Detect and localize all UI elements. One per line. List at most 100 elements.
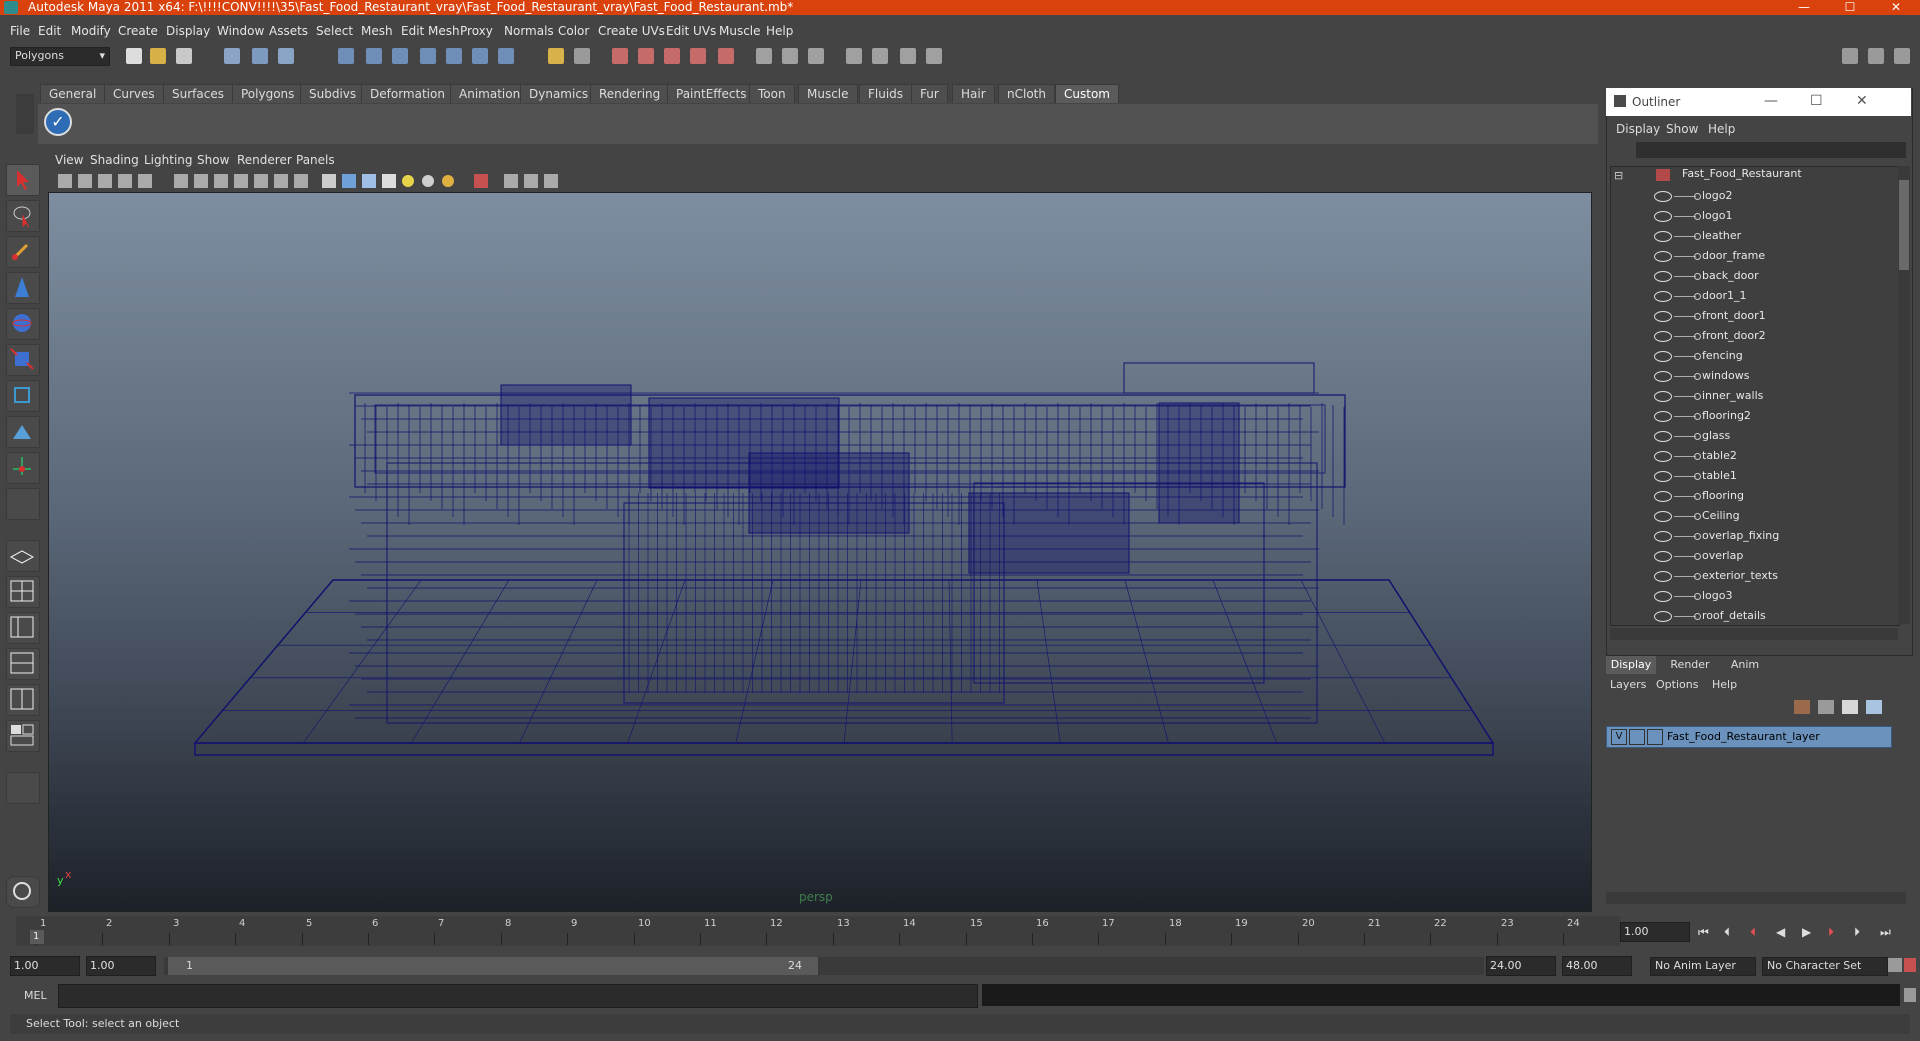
menu-help[interactable]: Help: [766, 24, 793, 38]
playback-start-field[interactable]: 1.00: [86, 956, 156, 976]
step-forward-frame-icon[interactable]: ⏵: [1854, 925, 1860, 940]
outliner-minimize-icon[interactable]: —: [1764, 93, 1778, 109]
outliner-item[interactable]: front_door2: [1650, 326, 1890, 346]
tool-settings-icon[interactable]: [846, 48, 862, 64]
ipr-render-icon[interactable]: [638, 48, 654, 64]
outliner-menu-display[interactable]: Display: [1616, 122, 1660, 136]
layer-visibility-toggle[interactable]: V: [1611, 729, 1627, 745]
layer-tab-display[interactable]: Display: [1606, 656, 1656, 674]
universal-manipulator-icon[interactable]: [6, 380, 40, 412]
wireframe-on-shaded-icon[interactable]: [362, 174, 376, 188]
shelf-tab-toon[interactable]: Toon: [749, 84, 795, 103]
lasso-tool-icon[interactable]: [6, 200, 40, 232]
hypershade-icon[interactable]: [690, 48, 706, 64]
range-slider-bar[interactable]: 1 24: [168, 957, 818, 975]
single-perspective-layout-icon[interactable]: [6, 540, 40, 572]
shelf-tab-hair[interactable]: Hair: [952, 84, 995, 103]
move-tool-icon[interactable]: [6, 272, 40, 304]
outliner-item[interactable]: logo1: [1650, 206, 1890, 226]
outliner-item[interactable]: table2: [1650, 446, 1890, 466]
perspective-viewport[interactable]: persp y x: [48, 192, 1592, 912]
close-button[interactable]: ✕: [1874, 0, 1918, 15]
select-camera-icon[interactable]: [574, 48, 590, 64]
textured-icon[interactable]: [382, 174, 396, 188]
shelf-tab-deformation[interactable]: Deformation: [361, 84, 454, 103]
menu-edit-uvs[interactable]: Edit UVs: [666, 24, 716, 38]
outliner-filter-field[interactable]: [1636, 142, 1906, 158]
minimize-button[interactable]: —: [1782, 0, 1826, 15]
safe-title-icon[interactable]: [274, 174, 288, 188]
shelf-tab-surfaces[interactable]: Surfaces: [163, 84, 233, 103]
select-object-icon[interactable]: [252, 48, 268, 64]
shelf-tab-muscle[interactable]: Muscle: [798, 84, 858, 103]
outliner-item[interactable]: fencing: [1650, 346, 1890, 366]
resolution-gate-icon[interactable]: [194, 174, 208, 188]
wireframe-shading-icon[interactable]: [322, 174, 336, 188]
outliner-item[interactable]: overlap: [1650, 546, 1890, 566]
playback-end-field[interactable]: 24.00: [1486, 956, 1556, 976]
layer-color-swatch[interactable]: [1647, 729, 1663, 745]
character-set-dropdown[interactable]: No Character Set: [1762, 957, 1888, 976]
command-input[interactable]: [58, 984, 978, 1008]
new-layer-selected-icon[interactable]: [1818, 700, 1834, 714]
script-editor-icon[interactable]: [6, 876, 40, 908]
film-gate-icon[interactable]: [174, 174, 188, 188]
outliner-item[interactable]: leather: [1650, 226, 1890, 246]
save-scene-icon[interactable]: [176, 48, 192, 64]
outliner-item[interactable]: windows: [1650, 366, 1890, 386]
outliner-item[interactable]: glass: [1650, 426, 1890, 446]
outliner-item[interactable]: flooring: [1650, 486, 1890, 506]
step-back-key-icon[interactable]: ⏴: [1750, 925, 1756, 940]
image-plane-icon[interactable]: [118, 174, 132, 188]
shelf-tab-rendering[interactable]: Rendering: [590, 84, 670, 103]
shelf-tab-ncloth[interactable]: nCloth: [998, 84, 1055, 103]
safe-action-icon[interactable]: [254, 174, 268, 188]
outliner-item[interactable]: table1: [1650, 466, 1890, 486]
layer-row[interactable]: V Fast_Food_Restaurant_layer: [1606, 726, 1892, 748]
shelf-tab-animation[interactable]: Animation: [450, 84, 530, 103]
field-chart-icon[interactable]: [234, 174, 248, 188]
menu-color[interactable]: Color: [558, 24, 589, 38]
move-layer-up-icon[interactable]: [1842, 700, 1858, 714]
outliner-persp-layout-icon[interactable]: [6, 612, 40, 644]
select-tool-icon[interactable]: [6, 164, 40, 196]
all-lights-icon[interactable]: [422, 175, 434, 187]
maximize-button[interactable]: ☐: [1828, 0, 1872, 15]
attribute-editor-icon[interactable]: [1894, 48, 1910, 64]
show-manipulator-icon[interactable]: [6, 452, 40, 484]
command-language-label[interactable]: MEL: [24, 989, 47, 1002]
shelf-tab-painteffects[interactable]: PaintEffects: [667, 84, 756, 103]
render-current-frame-icon[interactable]: [612, 48, 628, 64]
current-time-field[interactable]: 1.00: [1620, 922, 1690, 942]
new-scene-icon[interactable]: [126, 48, 142, 64]
shelf-tab-general[interactable]: General: [40, 84, 106, 103]
graph-editor-icon[interactable]: [926, 48, 942, 64]
menu-edit[interactable]: Edit: [38, 24, 61, 38]
custom-layout-icon[interactable]: [6, 772, 40, 804]
xray-icon[interactable]: [504, 174, 518, 188]
menu-muscle[interactable]: Muscle: [719, 24, 761, 38]
outliner-menu-show[interactable]: Show: [1666, 122, 1698, 136]
play-backwards-icon[interactable]: ◀: [1776, 925, 1785, 939]
xray-joints-icon[interactable]: [524, 174, 538, 188]
texture-layout-icon[interactable]: [6, 720, 40, 752]
snap-point-icon[interactable]: [392, 48, 408, 64]
snap-curve-icon[interactable]: [366, 48, 382, 64]
viewport-menu-lighting[interactable]: Lighting: [144, 153, 193, 167]
shelf-options-icon[interactable]: [16, 94, 34, 134]
select-hierarchy-icon[interactable]: [224, 48, 240, 64]
default-lighting-icon[interactable]: [402, 175, 414, 187]
layer-menu-layers[interactable]: Layers: [1610, 678, 1646, 691]
input-line-icon[interactable]: [756, 48, 772, 64]
current-frame-marker[interactable]: 1: [30, 930, 44, 944]
go-to-end-icon[interactable]: ⏭: [1880, 925, 1891, 940]
outliner-close-icon[interactable]: ✕: [1856, 93, 1868, 109]
menu-create[interactable]: Create: [118, 24, 158, 38]
shelf-tab-subdivs[interactable]: Subdivs: [300, 84, 366, 103]
question-icon[interactable]: [498, 48, 514, 64]
menu-display[interactable]: Display: [166, 24, 210, 38]
menu-file[interactable]: File: [10, 24, 30, 38]
paint-select-tool-icon[interactable]: [6, 236, 40, 268]
outliner-item[interactable]: back_door: [1650, 266, 1890, 286]
anim-layer-dropdown[interactable]: No Anim Layer: [1650, 957, 1756, 976]
